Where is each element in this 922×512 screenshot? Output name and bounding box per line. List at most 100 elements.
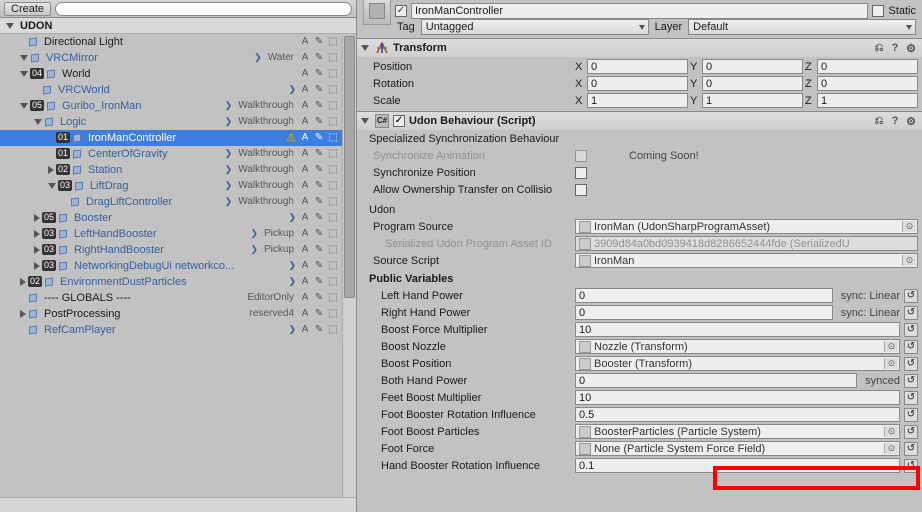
expand-toggle-icon[interactable] <box>48 183 56 189</box>
edit-icon[interactable]: ✎ <box>312 67 326 81</box>
lock-icon[interactable]: ⬚ <box>326 275 340 289</box>
expand-toggle-icon[interactable] <box>20 278 26 286</box>
edit-icon[interactable]: ✎ <box>312 35 326 49</box>
layer-dropdown[interactable]: Default <box>688 19 916 35</box>
reset-value-button[interactable]: ↺ <box>904 374 918 388</box>
help-icon[interactable]: ? <box>888 114 902 128</box>
hierarchy-item[interactable]: VRCWorld❯A✎⬚◉ <box>0 82 356 98</box>
rotation-z-input[interactable]: 0 <box>817 76 918 91</box>
transform-header[interactable]: Transform ⎌ ? ⚙ <box>357 39 922 57</box>
source-script-field[interactable]: IronMan⊙ <box>575 253 918 268</box>
hierarchy-item[interactable]: VRCMirror❯WaterA✎⬚◉ <box>0 50 356 66</box>
edit-icon[interactable]: ✎ <box>312 243 326 257</box>
expand-toggle-icon[interactable] <box>34 230 40 238</box>
prefab-arrow-icon[interactable]: ❯ <box>223 196 235 207</box>
edit-icon[interactable]: ✎ <box>312 131 326 145</box>
lock-icon[interactable]: ⬚ <box>326 67 340 81</box>
hierarchy-search[interactable] <box>55 2 352 16</box>
edit-icon[interactable]: ✎ <box>312 291 326 305</box>
number-input[interactable]: 10 <box>575 390 900 405</box>
hierarchy-item[interactable]: 01CenterOfGravity❯WalkthroughA✎⬚◉ <box>0 146 356 162</box>
object-name-input[interactable]: IronManController <box>411 3 868 19</box>
expand-toggle-icon[interactable] <box>20 310 26 318</box>
expand-toggle-icon[interactable] <box>48 166 54 174</box>
reset-icon[interactable]: ⎌ <box>872 114 886 128</box>
reset-value-button[interactable]: ↺ <box>904 340 918 354</box>
reset-value-button[interactable]: ↺ <box>904 289 918 303</box>
hierarchy-item[interactable]: 02Station❯WalkthroughA✎⬚◉ <box>0 162 356 178</box>
lock-icon[interactable]: ⬚ <box>326 35 340 49</box>
static-toggle[interactable]: Static <box>872 5 916 17</box>
object-picker-icon[interactable]: ⊙ <box>884 341 898 352</box>
rotation-x-input[interactable]: 0 <box>587 76 688 91</box>
edit-icon[interactable]: ✎ <box>312 99 326 113</box>
expand-toggle-icon[interactable] <box>34 214 40 222</box>
program-source-field[interactable]: IronMan (UdonSharpProgramAsset)⊙ <box>575 219 918 234</box>
hierarchy-item[interactable]: 02EnvironmentDustParticles❯A✎⬚◉ <box>0 274 356 290</box>
object-reference-field[interactable]: Booster (Transform)⊙ <box>575 356 900 371</box>
lock-icon[interactable]: ⬚ <box>326 147 340 161</box>
edit-icon[interactable]: ✎ <box>312 227 326 241</box>
edit-icon[interactable]: ✎ <box>312 147 326 161</box>
scale-y-input[interactable]: 1 <box>702 93 803 108</box>
hierarchy-item[interactable]: 03RightHandBooster❯PickupA✎⬚◉ <box>0 242 356 258</box>
reset-value-button[interactable]: ↺ <box>904 357 918 371</box>
help-icon[interactable]: ? <box>888 41 902 55</box>
number-input[interactable]: 0 <box>575 305 833 320</box>
lock-icon[interactable]: ⬚ <box>326 243 340 257</box>
expand-toggle-icon[interactable] <box>34 119 42 125</box>
hierarchy-item[interactable]: ---- GLOBALS ----EditorOnlyA✎⬚◉ <box>0 290 356 306</box>
lock-icon[interactable]: ⬚ <box>326 99 340 113</box>
lock-icon[interactable]: ⬚ <box>326 195 340 209</box>
prefab-arrow-icon[interactable]: ❯ <box>248 228 260 239</box>
expand-toggle-icon[interactable] <box>20 103 28 109</box>
gear-icon[interactable]: ⚙ <box>904 41 918 55</box>
reset-value-button[interactable]: ↺ <box>904 323 918 337</box>
reset-value-button[interactable]: ↺ <box>904 425 918 439</box>
lock-icon[interactable]: ⬚ <box>326 131 340 145</box>
reset-icon[interactable]: ⎌ <box>872 41 886 55</box>
scrollbar-vertical[interactable] <box>342 36 356 512</box>
hierarchy-item[interactable]: DragLiftController❯WalkthroughA✎⬚◉ <box>0 194 356 210</box>
prefab-arrow-icon[interactable]: ❯ <box>223 164 235 175</box>
object-picker-icon[interactable]: ⊙ <box>902 255 916 266</box>
component-enabled-checkbox[interactable] <box>393 115 405 127</box>
gear-icon[interactable]: ⚙ <box>904 114 918 128</box>
reset-value-button[interactable]: ↺ <box>904 391 918 405</box>
lock-icon[interactable]: ⬚ <box>326 179 340 193</box>
udon-header[interactable]: C# Udon Behaviour (Script) ⎌ ? ⚙ <box>357 112 922 130</box>
expand-toggle-icon[interactable] <box>20 55 28 61</box>
lock-icon[interactable]: ⬚ <box>326 323 340 337</box>
active-checkbox[interactable] <box>395 5 407 17</box>
scale-z-input[interactable]: 1 <box>817 93 918 108</box>
expand-toggle-icon[interactable] <box>20 71 28 77</box>
number-input[interactable]: 0.5 <box>575 407 900 422</box>
edit-icon[interactable]: ✎ <box>312 323 326 337</box>
prefab-arrow-icon[interactable]: ❯ <box>223 180 235 191</box>
reset-value-button[interactable]: ↺ <box>904 306 918 320</box>
rotation-y-input[interactable]: 0 <box>702 76 803 91</box>
prefab-arrow-icon[interactable]: ❯ <box>286 84 298 95</box>
prefab-arrow-icon[interactable]: ❯ <box>223 116 235 127</box>
edit-icon[interactable]: ✎ <box>312 115 326 129</box>
hierarchy-item[interactable]: RefCamPlayer❯A✎⬚◉ <box>0 322 356 338</box>
number-input[interactable]: 10 <box>575 322 900 337</box>
position-y-input[interactable]: 0 <box>702 59 803 74</box>
reset-value-button[interactable]: ↺ <box>904 459 918 473</box>
number-input[interactable]: 0 <box>575 288 833 303</box>
edit-icon[interactable]: ✎ <box>312 51 326 65</box>
hierarchy-item[interactable]: PostProcessingreserved4A✎⬚◉ <box>0 306 356 322</box>
number-input[interactable]: 0 <box>575 373 857 388</box>
hierarchy-item[interactable]: Directional LightA✎⬚◉ <box>0 34 356 50</box>
scrollbar-horizontal[interactable] <box>0 497 356 512</box>
hierarchy-item[interactable]: 01IronManController⚠A✎⬚◉ <box>0 130 356 146</box>
edit-icon[interactable]: ✎ <box>312 179 326 193</box>
object-reference-field[interactable]: Nozzle (Transform)⊙ <box>575 339 900 354</box>
edit-icon[interactable]: ✎ <box>312 163 326 177</box>
lock-icon[interactable]: ⬚ <box>326 115 340 129</box>
object-picker-icon[interactable]: ⊙ <box>884 358 898 369</box>
edit-icon[interactable]: ✎ <box>312 211 326 225</box>
prefab-arrow-icon[interactable]: ❯ <box>286 324 298 335</box>
hierarchy-item[interactable]: Logic❯WalkthroughA✎⬚◉ <box>0 114 356 130</box>
lock-icon[interactable]: ⬚ <box>326 291 340 305</box>
